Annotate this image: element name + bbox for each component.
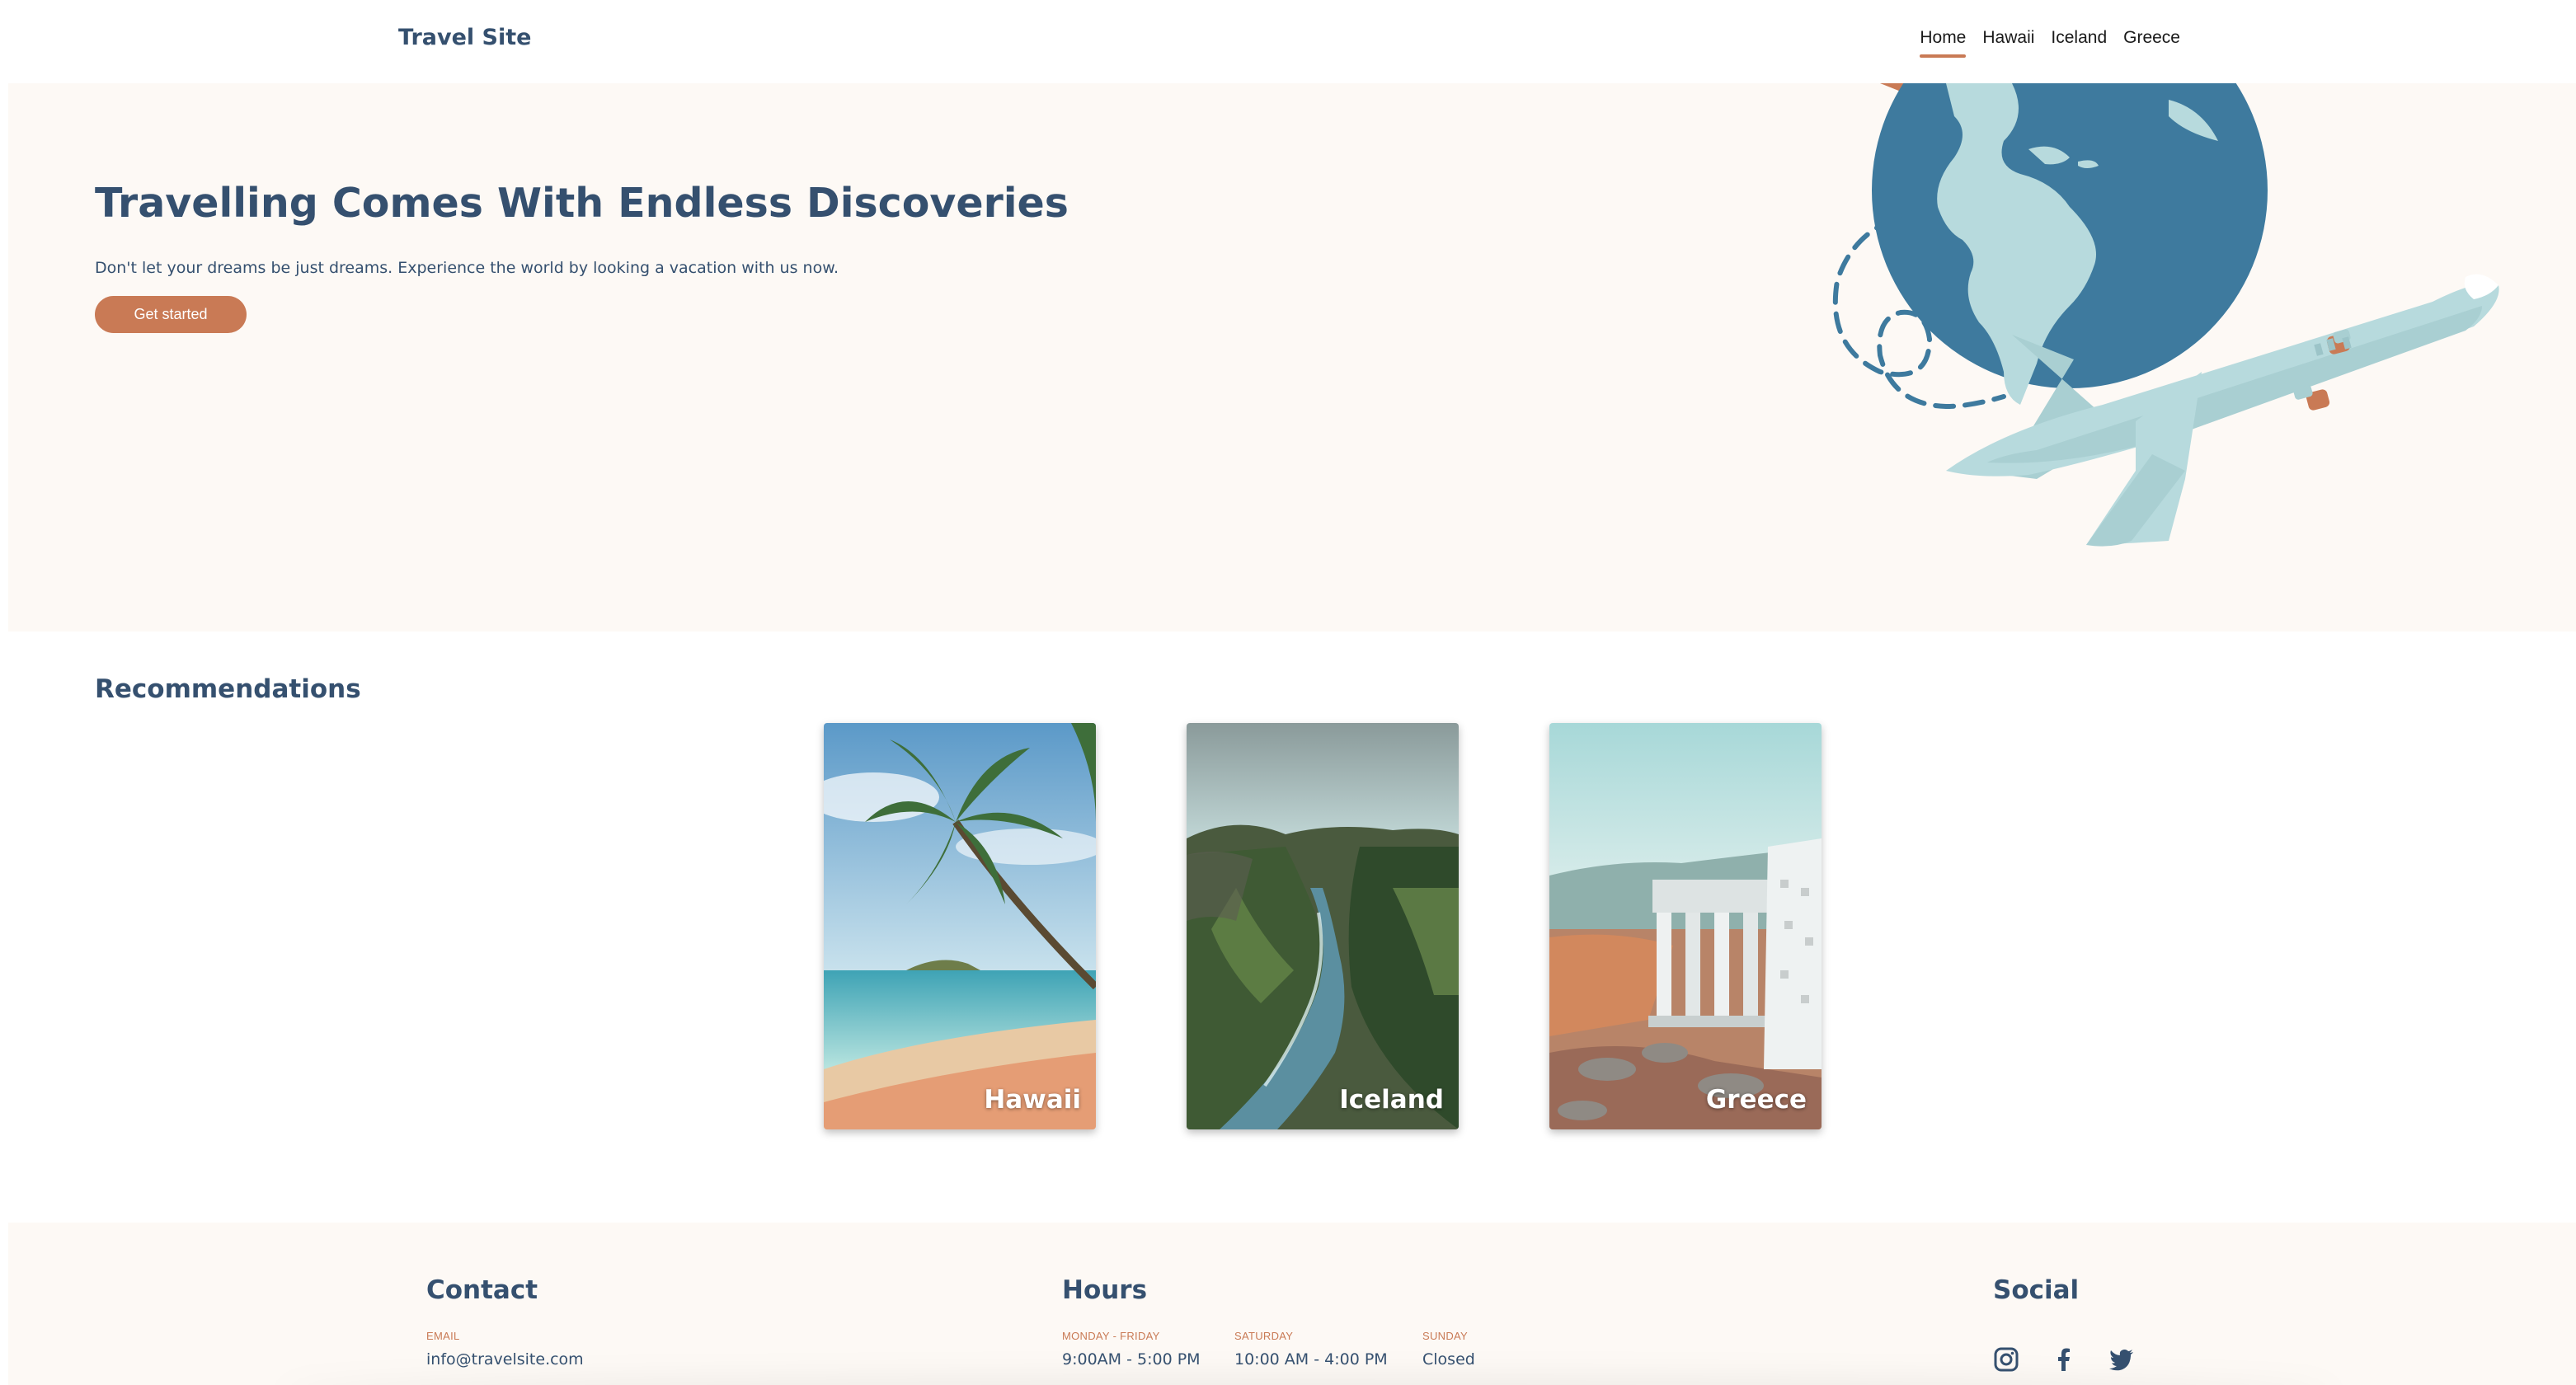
recommendations-title: Recommendations <box>95 674 361 704</box>
nav-hawaii[interactable]: Hawaii <box>1982 28 2034 58</box>
hours-label-sunday: SUNDAY <box>1422 1330 1469 1342</box>
hero-illustration <box>1832 83 2499 547</box>
facebook-icon[interactable] <box>2051 1346 2077 1373</box>
hero-section: Travelling Comes With Endless Discoverie… <box>8 83 2576 631</box>
card-greece[interactable]: Greece <box>1549 723 1822 1129</box>
card-iceland[interactable]: Iceland <box>1187 723 1459 1129</box>
site-brand[interactable]: Travel Site <box>398 25 531 50</box>
main-nav: Home Hawaii Iceland Greece <box>1920 28 2180 58</box>
site-footer: Contact EMAIL info@travelsite.com Hours … <box>8 1223 2576 1385</box>
nav-home[interactable]: Home <box>1920 28 1967 58</box>
nav-greece[interactable]: Greece <box>2123 28 2180 58</box>
hero-subtitle: Don't let your dreams be just dreams. Ex… <box>95 259 839 277</box>
hours-label-saturday: SATURDAY <box>1234 1330 1294 1342</box>
twitter-icon[interactable] <box>2108 1346 2135 1373</box>
hours-value-sunday: Closed <box>1422 1350 1475 1369</box>
nav-iceland[interactable]: Iceland <box>2051 28 2107 58</box>
contact-heading: Contact <box>426 1275 538 1305</box>
hours-value-saturday: 10:00 AM - 4:00 PM <box>1234 1350 1388 1369</box>
hours-value-weekdays: 9:00AM - 5:00 PM <box>1062 1350 1201 1369</box>
canyon-river-photo <box>1187 723 1459 1129</box>
email-label: EMAIL <box>426 1330 460 1342</box>
hours-label-weekdays: MONDAY - FRIDAY <box>1062 1330 1160 1342</box>
card-label-greece: Greece <box>1705 1085 1807 1115</box>
instagram-icon[interactable] <box>1993 1346 2019 1373</box>
card-hawaii[interactable]: Hawaii <box>824 723 1096 1129</box>
palm-beach-photo <box>824 723 1096 1129</box>
card-label-hawaii: Hawaii <box>984 1085 1081 1115</box>
globe-illustration <box>1872 83 2268 405</box>
social-heading: Social <box>1993 1275 2080 1305</box>
email-link[interactable]: info@travelsite.com <box>426 1350 584 1369</box>
get-started-button[interactable]: Get started <box>95 296 247 333</box>
footer-shadow <box>280 1377 2337 1385</box>
card-label-iceland: Iceland <box>1339 1085 1444 1115</box>
hero-title: Travelling Comes With Endless Discoverie… <box>95 180 1069 227</box>
temple-ruins-photo <box>1549 723 1822 1129</box>
hours-heading: Hours <box>1062 1275 1148 1305</box>
